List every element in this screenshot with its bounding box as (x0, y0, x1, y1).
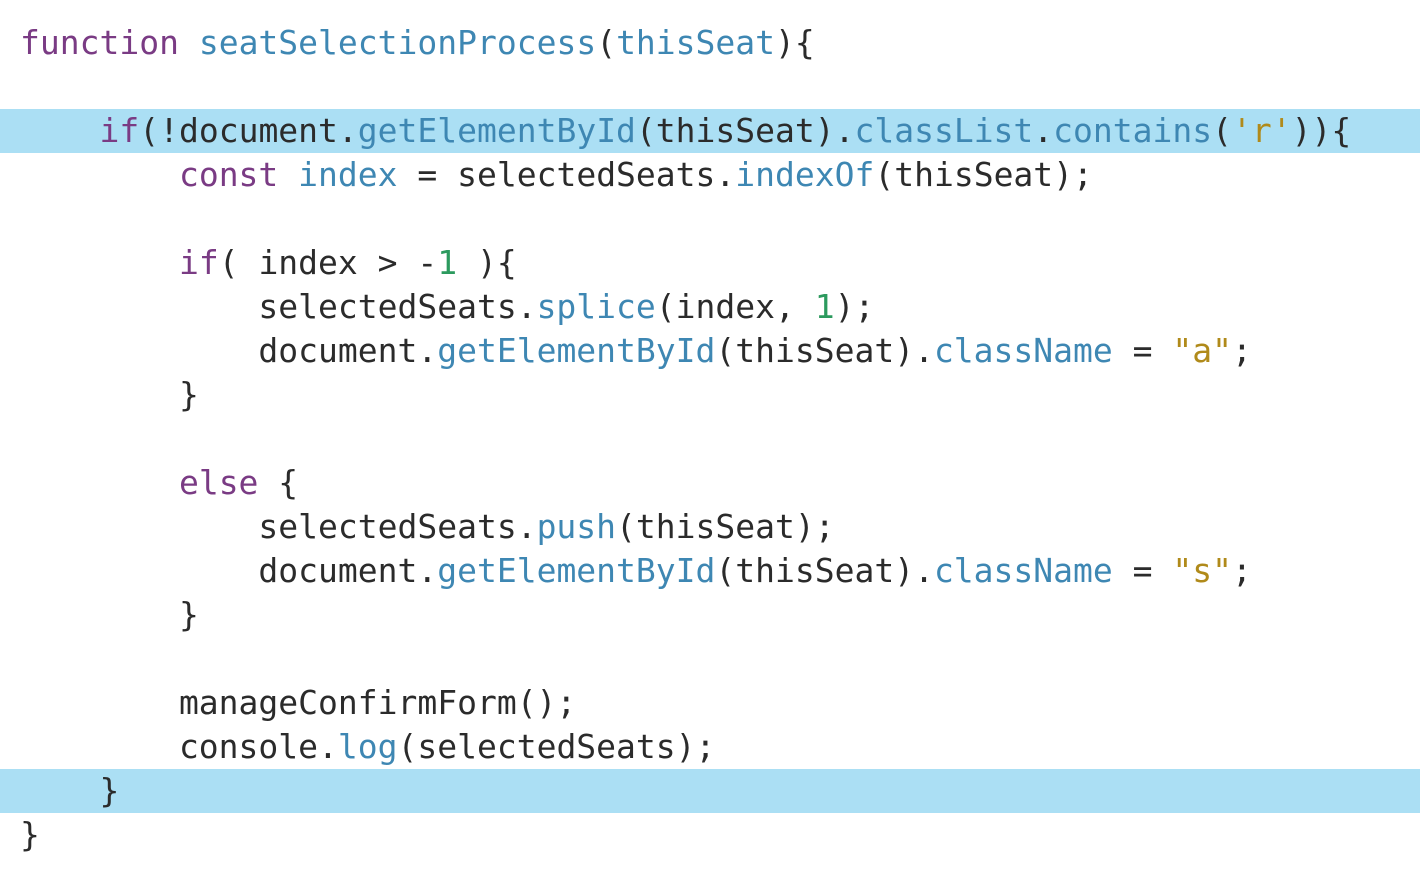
code-token-plain: ){ (775, 23, 815, 62)
code-line[interactable]: document.getElementById(thisSeat).classN… (0, 329, 1420, 373)
code-token-string: 'r' (1232, 111, 1292, 150)
code-line[interactable]: document.getElementById(thisSeat).classN… (0, 549, 1420, 593)
code-token-plain: } (20, 375, 199, 414)
code-token-plain: document. (20, 331, 438, 370)
code-token-plain: (thisSeat); (874, 155, 1093, 194)
code-token-plain: ); (834, 287, 875, 326)
code-token-plain: = (1112, 331, 1173, 370)
code-token-plain: } (20, 771, 120, 810)
code-token-string: "s" (1172, 551, 1232, 590)
code-token-keyword: function (20, 23, 179, 62)
code-token-plain: . (1033, 111, 1054, 150)
code-token-method: splice (536, 287, 656, 326)
code-token-method: log (337, 727, 398, 766)
code-token-method: className (933, 331, 1113, 370)
code-token-plain: } (20, 595, 199, 634)
code-line[interactable]: if( index > -1 ){ (0, 241, 1420, 285)
code-token-plain: (thisSeat). (715, 551, 934, 590)
code-line[interactable]: } (0, 593, 1420, 637)
code-line[interactable]: console.log(selectedSeats); (0, 725, 1420, 769)
code-token-plain: (index, (655, 287, 815, 326)
code-token-plain: (!document. (139, 111, 358, 150)
code-token-plain: selectedSeats. (20, 507, 537, 546)
highlighted-code-line[interactable]: } (0, 769, 1420, 813)
code-token-method: className (933, 551, 1113, 590)
code-line[interactable] (0, 65, 1420, 109)
code-line[interactable]: selectedSeats.push(thisSeat); (0, 505, 1420, 549)
code-token-method: getElementById (437, 331, 716, 370)
code-line[interactable] (0, 637, 1420, 681)
code-token-method: classList (854, 111, 1034, 150)
code-token-keyword: const (178, 155, 279, 194)
code-token-method: contains (1053, 111, 1213, 150)
code-token-method: getElementById (357, 111, 636, 150)
code-token-string: "a" (1172, 331, 1232, 370)
code-token-plain: (thisSeat). (635, 111, 855, 150)
code-token-plain: ; (1231, 331, 1252, 370)
code-line[interactable] (0, 197, 1420, 241)
code-line[interactable]: const index = selectedSeats.indexOf(this… (0, 153, 1420, 197)
code-line[interactable]: } (0, 813, 1420, 857)
code-token-keyword: if (99, 111, 140, 150)
code-token-plain: document. (20, 551, 438, 590)
code-token-plain: { (258, 463, 299, 502)
code-token-plain: (thisSeat); (616, 507, 835, 546)
code-token-number: 1 (814, 287, 835, 326)
code-token-plain: (selectedSeats); (397, 727, 716, 766)
code-token-plain: = selectedSeats. (397, 155, 736, 194)
code-line[interactable]: else { (0, 461, 1420, 505)
code-editor[interactable]: function seatSelectionProcess(thisSeat){… (0, 21, 1420, 857)
code-line[interactable]: function seatSelectionProcess(thisSeat){ (0, 21, 1420, 65)
code-token-plain: )){ (1291, 111, 1352, 150)
code-token-method: indexOf (735, 155, 875, 194)
code-token-method: push (536, 507, 617, 546)
code-token-plain: console. (20, 727, 338, 766)
code-line[interactable]: manageConfirmForm(); (0, 681, 1420, 725)
code-token-method: index (298, 155, 398, 194)
code-token-plain: ( (596, 23, 617, 62)
code-token-plain: selectedSeats. (20, 287, 537, 326)
code-token-plain: ( index > - (218, 243, 438, 282)
code-token-keyword: else (178, 463, 259, 502)
code-line[interactable] (0, 417, 1420, 461)
highlighted-code-line[interactable]: if(!document.getElementById(thisSeat).cl… (0, 109, 1420, 153)
code-token-method: seatSelectionProcess (198, 23, 597, 62)
code-token-plain: manageConfirmForm(); (20, 683, 577, 722)
code-token-plain: ; (1231, 551, 1252, 590)
code-token-method: getElementById (437, 551, 716, 590)
code-token-plain: ){ (457, 243, 517, 282)
code-token-plain: = (1112, 551, 1173, 590)
code-token-plain: (thisSeat). (715, 331, 934, 370)
code-token-keyword: if (178, 243, 219, 282)
code-token-number: 1 (437, 243, 458, 282)
code-token-plain: ( (1212, 111, 1232, 150)
code-token-method: thisSeat (616, 23, 776, 62)
code-token-plain: } (20, 815, 40, 854)
code-line[interactable]: } (0, 373, 1420, 417)
code-line[interactable]: selectedSeats.splice(index, 1); (0, 285, 1420, 329)
